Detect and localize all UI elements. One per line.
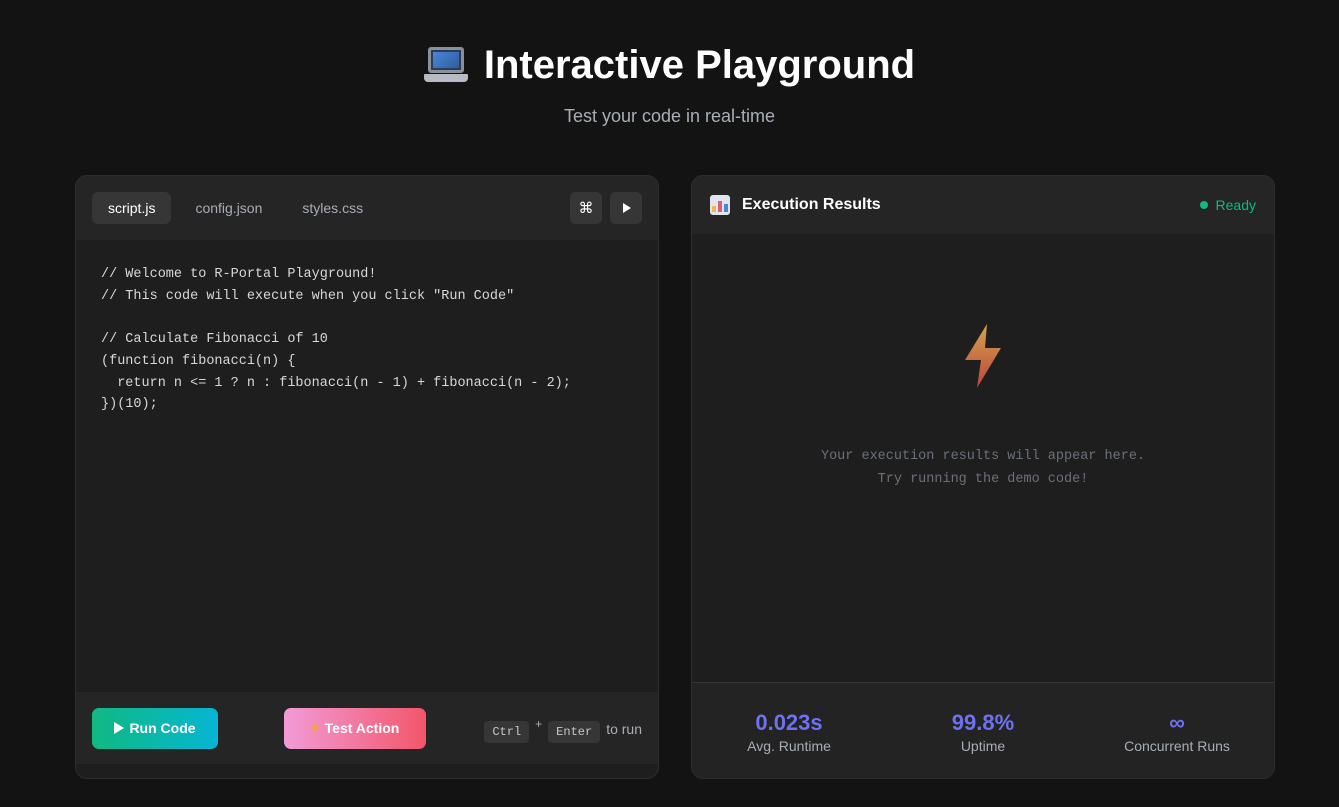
stat-uptime: 99.8% Uptime [886, 710, 1080, 754]
stat-value: 0.023s [755, 709, 823, 735]
run-code-button[interactable]: Run Code [92, 707, 218, 749]
editor-header: script.js config.json styles.css ⌘ [76, 176, 658, 240]
page-title: Interactive Playground [483, 42, 916, 87]
status-badge: Ready [1199, 197, 1256, 213]
execution-results-panel: Execution Results Ready Your execution r… [691, 175, 1275, 779]
placeholder-message: Your execution results will appear here.… [692, 445, 1274, 491]
results-header: Execution Results Ready [692, 176, 1274, 234]
shortcut-suffix: to run [606, 721, 642, 737]
editor-footer: Run Code Test Action Ctrl + Enter to run [76, 692, 658, 764]
placeholder-line-2: Try running the demo code! [877, 472, 1089, 487]
code-editor-panel: script.js config.json styles.css ⌘ // We… [75, 175, 659, 779]
page-subtitle: Test your code in real-time [563, 106, 776, 126]
hero: Interactive Playground Test your code in… [0, 0, 1339, 127]
placeholder-line-1: Your execution results will appear here. [820, 449, 1146, 464]
test-action-label: Test Action [324, 720, 400, 736]
run-code-label: Run Code [129, 720, 196, 736]
stat-concurrent-runs: ∞ Concurrent Runs [1080, 710, 1274, 754]
tab-styles-css[interactable]: styles.css [286, 192, 379, 224]
results-placeholder: Your execution results will appear here.… [692, 324, 1274, 491]
editor-actions: ⌘ [570, 192, 642, 224]
stat-label: Avg. Runtime [747, 737, 831, 754]
lightning-icon [965, 324, 1001, 388]
stat-label: Uptime [960, 737, 1006, 754]
bar-chart-icon [710, 195, 730, 215]
stat-avg-runtime: 0.023s Avg. Runtime [692, 710, 886, 754]
stats-bar: 0.023s Avg. Runtime 99.8% Uptime ∞ Concu… [692, 682, 1274, 778]
stat-value: ∞ [1169, 709, 1185, 735]
tab-config-json[interactable]: config.json [179, 192, 278, 224]
kbd-enter: Enter [548, 721, 601, 743]
play-icon [623, 203, 631, 213]
command-button[interactable]: ⌘ [570, 192, 602, 224]
kbd-ctrl: Ctrl [484, 721, 530, 743]
play-button[interactable] [610, 192, 642, 224]
status-dot-icon [1199, 201, 1208, 209]
code-editor-text[interactable]: // Welcome to R-Portal Playground! // Th… [101, 264, 571, 416]
status-text: Ready [1215, 197, 1256, 213]
command-icon: ⌘ [578, 200, 594, 217]
stat-value: 99.8% [951, 709, 1015, 735]
results-title: Execution Results [742, 196, 881, 213]
test-action-button[interactable]: Test Action [284, 707, 426, 749]
kbd-plus: + [535, 717, 543, 731]
laptop-icon [423, 45, 468, 85]
keyboard-shortcut-hint: Ctrl + Enter to run [484, 713, 642, 743]
play-icon [114, 722, 125, 734]
lightning-icon [310, 721, 319, 735]
stat-label: Concurrent Runs [1124, 737, 1230, 754]
page-title-row: Interactive Playground [0, 40, 1339, 90]
tab-script-js[interactable]: script.js [92, 192, 172, 224]
